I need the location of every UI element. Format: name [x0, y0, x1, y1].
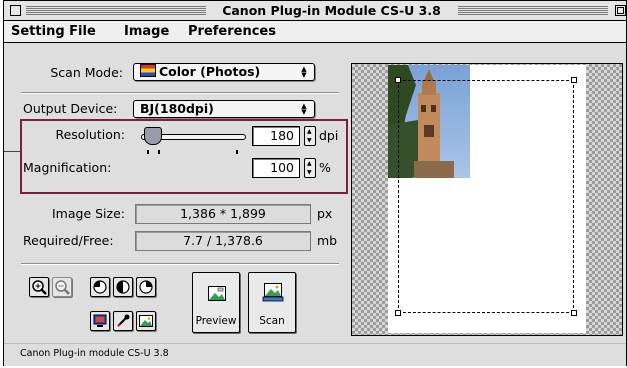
slider-tick: [236, 150, 238, 154]
popup-arrows-icon: ▲ ▼: [301, 102, 307, 116]
slider-tick: [158, 150, 160, 154]
title-bar[interactable]: Canon Plug-in Module CS-U 3.8: [4, 1, 626, 21]
close-box[interactable]: [10, 5, 21, 16]
image-icon: [139, 315, 153, 327]
output-device-label: Output Device:: [23, 101, 118, 116]
monitor-button[interactable]: [90, 311, 110, 331]
eyedropper-icon: [117, 314, 130, 327]
status-text: Canon Plug-in module CS-U 3.8: [20, 348, 169, 359]
rotate-right-button[interactable]: [136, 277, 156, 297]
required-free-unit: mb: [317, 233, 338, 248]
stepper-up-icon: ▲: [307, 160, 312, 167]
stepper-down-icon: ▼: [307, 169, 312, 176]
resolution-stepper[interactable]: ▲ ▼: [304, 126, 316, 146]
scan-button[interactable]: Scan: [248, 272, 296, 333]
slider-tick: [147, 150, 149, 154]
magnification-stepper[interactable]: ▲ ▼: [304, 158, 316, 178]
scan-mode-popup[interactable]: Color (Photos) ▲ ▼: [133, 63, 315, 81]
required-free-label: Required/Free:: [23, 233, 114, 248]
selection-handle[interactable]: [571, 310, 577, 316]
flip-icon: [116, 280, 130, 294]
scanner-window: Canon Plug-in Module CS-U 3.8 Setting Fi…: [3, 0, 627, 366]
selection-marquee[interactable]: [398, 80, 574, 313]
scan-mode-value: Color (Photos): [159, 64, 261, 79]
zoom-box[interactable]: [615, 5, 626, 16]
selection-handle[interactable]: [395, 77, 401, 83]
flip-button[interactable]: [113, 277, 133, 297]
menu-image[interactable]: Image: [124, 24, 169, 40]
selection-handle[interactable]: [395, 310, 401, 316]
color-swatch-icon: [140, 64, 156, 77]
window-title: Canon Plug-in Module CS-U 3.8: [209, 3, 454, 19]
menu-setting-file[interactable]: Setting File: [11, 24, 96, 40]
scan-mode-label: Scan Mode:: [50, 65, 123, 80]
resolution-unit: dpi: [319, 128, 339, 143]
magnification-field[interactable]: 100: [252, 158, 300, 178]
scan-icon: [262, 283, 284, 302]
output-device-value: BJ(180dpi): [140, 101, 214, 116]
image-size-unit: px: [317, 206, 333, 221]
callout-leader-line: [4, 151, 21, 152]
rotate-left-button[interactable]: [90, 277, 110, 297]
scan-label: Scan: [259, 315, 285, 327]
title-stripes-left: [26, 6, 206, 15]
popup-arrows-icon: ▲ ▼: [301, 65, 307, 79]
title-stripes-right: [458, 6, 608, 15]
rotate-right-icon: [139, 280, 153, 294]
zoom-out-icon: [55, 280, 70, 295]
zoom-in-button[interactable]: [29, 277, 49, 297]
separator: [21, 92, 339, 94]
menu-bar: Setting File Image Preferences: [4, 21, 626, 43]
monitor-icon: [93, 314, 107, 327]
rotate-left-icon: [93, 280, 107, 294]
output-device-popup[interactable]: BJ(180dpi) ▲ ▼: [133, 100, 315, 118]
resolution-field[interactable]: 180: [252, 126, 300, 146]
zoom-in-icon: [32, 280, 47, 295]
resolution-label: Resolution:: [55, 127, 125, 142]
required-free-value: 7.7 / 1,378.6: [135, 231, 311, 251]
preview-label: Preview: [195, 315, 237, 327]
image-size-label: Image Size:: [52, 206, 125, 221]
preview-icon: [208, 286, 226, 301]
image-button[interactable]: [136, 311, 156, 331]
zoom-out-button[interactable]: [52, 277, 72, 297]
stepper-down-icon: ▼: [307, 137, 312, 144]
status-bar: Canon Plug-in module CS-U 3.8: [4, 343, 626, 366]
magnification-label: Magnification:: [23, 160, 112, 175]
menu-preferences[interactable]: Preferences: [188, 24, 276, 40]
preview-button[interactable]: Preview: [192, 272, 240, 333]
image-size-value: 1,386 * 1,899: [135, 204, 311, 224]
resolution-slider-thumb[interactable]: [144, 127, 162, 145]
eyedropper-button[interactable]: [113, 311, 133, 331]
selection-handle[interactable]: [571, 77, 577, 83]
separator: [21, 263, 339, 265]
magnification-unit: %: [319, 160, 331, 175]
stepper-up-icon: ▲: [307, 128, 312, 135]
